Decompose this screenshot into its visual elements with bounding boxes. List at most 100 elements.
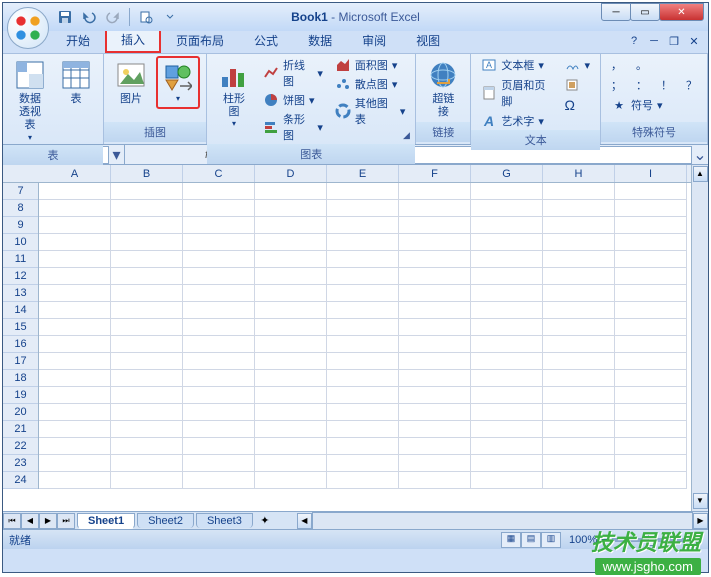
sheet-nav-first[interactable]: ⏮ xyxy=(3,513,21,529)
cell-H24[interactable] xyxy=(543,472,615,489)
row-header-8[interactable]: 8 xyxy=(3,200,38,217)
table-button[interactable]: 表 xyxy=(55,56,97,109)
cell-E22[interactable] xyxy=(327,438,399,455)
cell-B24[interactable] xyxy=(111,472,183,489)
cell-G17[interactable] xyxy=(471,353,543,370)
cell-C17[interactable] xyxy=(183,353,255,370)
cell-C7[interactable] xyxy=(183,183,255,200)
cell-F22[interactable] xyxy=(399,438,471,455)
cell-I14[interactable] xyxy=(615,302,687,319)
save-button[interactable] xyxy=(55,7,75,27)
zoom-out-button[interactable]: − xyxy=(601,534,607,546)
omega-button[interactable]: Ω xyxy=(560,96,594,114)
cell-F20[interactable] xyxy=(399,404,471,421)
cell-C9[interactable] xyxy=(183,217,255,234)
sheet-nav-prev[interactable]: ◀ xyxy=(21,513,39,529)
cell-D16[interactable] xyxy=(255,336,327,353)
cell-G12[interactable] xyxy=(471,268,543,285)
sheet-nav-last[interactable]: ⏭ xyxy=(57,513,75,529)
cell-D18[interactable] xyxy=(255,370,327,387)
bar-chart-button[interactable]: 条形图 ▾ xyxy=(259,110,327,144)
new-sheet-button[interactable]: ✦ xyxy=(253,514,277,527)
cell-D10[interactable] xyxy=(255,234,327,251)
cell-I23[interactable] xyxy=(615,455,687,472)
cell-I24[interactable] xyxy=(615,472,687,489)
cell-C14[interactable] xyxy=(183,302,255,319)
cell-A12[interactable] xyxy=(39,268,111,285)
print-preview-button[interactable] xyxy=(136,7,156,27)
cell-I7[interactable] xyxy=(615,183,687,200)
cell-F24[interactable] xyxy=(399,472,471,489)
cell-I9[interactable] xyxy=(615,217,687,234)
cell-B18[interactable] xyxy=(111,370,183,387)
cell-E15[interactable] xyxy=(327,319,399,336)
cell-D21[interactable] xyxy=(255,421,327,438)
cell-E24[interactable] xyxy=(327,472,399,489)
cell-I10[interactable] xyxy=(615,234,687,251)
row-header-24[interactable]: 24 xyxy=(3,472,38,489)
row-header-22[interactable]: 22 xyxy=(3,438,38,455)
scroll-left-button[interactable]: ◀ xyxy=(297,513,312,529)
textbox-button[interactable]: A文本框 ▾ xyxy=(477,56,556,74)
cell-D14[interactable] xyxy=(255,302,327,319)
cell-G8[interactable] xyxy=(471,200,543,217)
area-chart-button[interactable]: 面积图 ▾ xyxy=(331,56,410,74)
cell-D13[interactable] xyxy=(255,285,327,302)
cell-A10[interactable] xyxy=(39,234,111,251)
cell-F23[interactable] xyxy=(399,455,471,472)
cell-D24[interactable] xyxy=(255,472,327,489)
cell-G14[interactable] xyxy=(471,302,543,319)
symbol-question[interactable]: ？ xyxy=(682,76,701,94)
cell-G15[interactable] xyxy=(471,319,543,336)
scatter-chart-button[interactable]: 散点图 ▾ xyxy=(331,75,410,93)
shapes-button[interactable]: ▾ xyxy=(156,56,200,109)
cell-C20[interactable] xyxy=(183,404,255,421)
row-header-9[interactable]: 9 xyxy=(3,217,38,234)
zoom-level[interactable]: 100% xyxy=(569,534,597,546)
cell-A7[interactable] xyxy=(39,183,111,200)
cell-G9[interactable] xyxy=(471,217,543,234)
cell-E17[interactable] xyxy=(327,353,399,370)
tab-view[interactable]: 视图 xyxy=(401,28,455,53)
normal-view-button[interactable]: ▦ xyxy=(501,532,521,548)
zoom-in-button[interactable]: + xyxy=(696,534,702,546)
cell-B14[interactable] xyxy=(111,302,183,319)
cell-C24[interactable] xyxy=(183,472,255,489)
cell-B8[interactable] xyxy=(111,200,183,217)
row-header-14[interactable]: 14 xyxy=(3,302,38,319)
cell-H13[interactable] xyxy=(543,285,615,302)
cell-H11[interactable] xyxy=(543,251,615,268)
cell-F15[interactable] xyxy=(399,319,471,336)
cell-I17[interactable] xyxy=(615,353,687,370)
line-chart-button[interactable]: 折线图 ▾ xyxy=(259,56,327,90)
row-header-11[interactable]: 11 xyxy=(3,251,38,268)
undo-button[interactable] xyxy=(79,7,99,27)
maximize-button[interactable]: ▭ xyxy=(630,3,660,21)
cell-C11[interactable] xyxy=(183,251,255,268)
tab-data[interactable]: 数据 xyxy=(293,28,347,53)
cell-F16[interactable] xyxy=(399,336,471,353)
column-header-E[interactable]: E xyxy=(327,165,399,182)
column-header-I[interactable]: I xyxy=(615,165,687,182)
qat-customize-button[interactable] xyxy=(160,7,180,27)
scroll-right-button[interactable]: ▶ xyxy=(693,513,708,529)
cell-G10[interactable] xyxy=(471,234,543,251)
symbol-comma[interactable]: ， xyxy=(607,56,626,74)
cell-D23[interactable] xyxy=(255,455,327,472)
row-header-16[interactable]: 16 xyxy=(3,336,38,353)
cell-B12[interactable] xyxy=(111,268,183,285)
row-header-19[interactable]: 19 xyxy=(3,387,38,404)
cell-G22[interactable] xyxy=(471,438,543,455)
cell-F10[interactable] xyxy=(399,234,471,251)
office-button[interactable] xyxy=(7,7,49,49)
cell-A17[interactable] xyxy=(39,353,111,370)
formula-bar-expand[interactable]: ⌄ xyxy=(692,145,708,165)
signature-button[interactable]: ▾ xyxy=(560,56,594,74)
picture-button[interactable]: 图片 xyxy=(110,56,152,109)
header-footer-button[interactable]: 页眉和页脚 xyxy=(477,76,556,110)
wordart-button[interactable]: A艺术字 ▾ xyxy=(477,112,556,130)
cell-F7[interactable] xyxy=(399,183,471,200)
cell-E23[interactable] xyxy=(327,455,399,472)
cell-G16[interactable] xyxy=(471,336,543,353)
cell-D20[interactable] xyxy=(255,404,327,421)
